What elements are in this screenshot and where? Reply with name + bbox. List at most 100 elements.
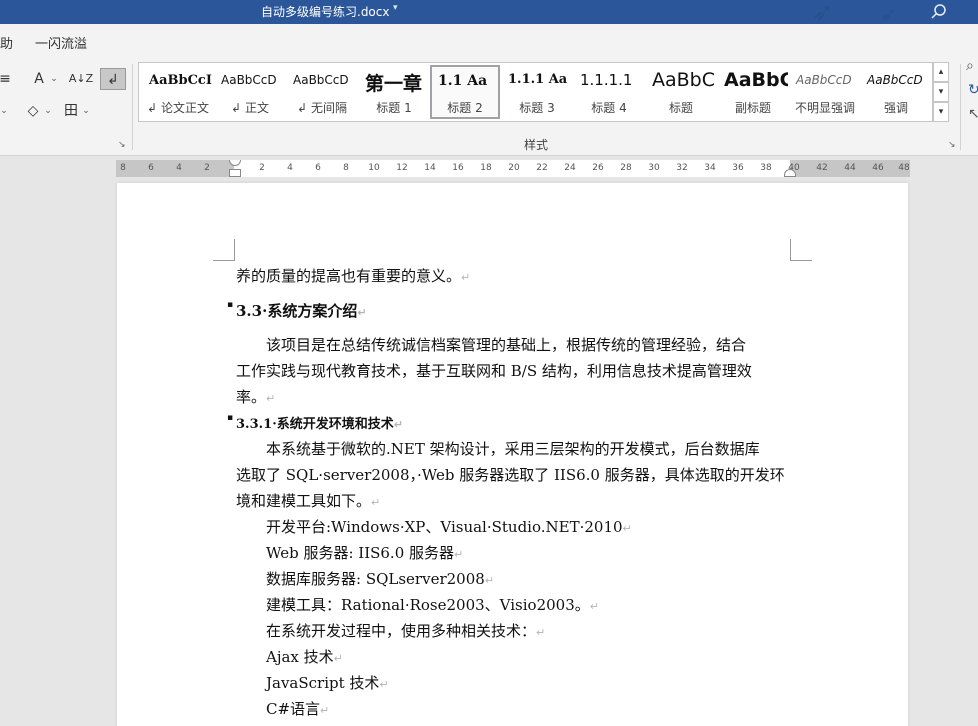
body-paragraph[interactable]: 开发平台:Windows·XP、Visual·Studio.NET·2010↵ [236,516,791,537]
ruler-tick: 6 [148,163,154,173]
body-paragraph[interactable]: Web 服务器: IIS6.0 服务器↵ [236,542,791,563]
style-heading-3[interactable]: 1.1.1 Aa 标题 3 [502,65,572,119]
style-heading-2[interactable]: 1.1 Aa 标题 2 [430,65,500,119]
ruler-tick: 8 [120,163,126,173]
body-paragraph[interactable]: 在系统开发过程中，使用多种相关技术：↵ [236,620,791,641]
style-name: ↲ 论文正文 [147,101,209,115]
shading-dropdown-icon[interactable]: ⌄ [42,100,54,122]
heading-3-3[interactable]: ▪ 3.3·系统方案介绍↵ [227,300,791,321]
body-paragraph[interactable]: 该项目是在总结传统诚信档案管理的基础上，根据传统的管理经验，结合 [236,334,791,355]
ruler-tick: 44 [844,163,856,173]
style-name: 标题 3 [519,101,555,115]
style-subtle-emphasis[interactable]: AaBbCcD 不明显强调 [790,65,860,119]
style-name: 副标题 [734,101,771,115]
body-paragraph[interactable]: JavaScript 技术↵ [236,672,791,693]
search-icon[interactable] [928,1,950,23]
body-paragraph[interactable]: 数据库服务器: SQLserver2008↵ [236,568,791,589]
style-sample: 1.1.1.1 [580,71,633,89]
sort-icon[interactable]: A↓Z [68,68,94,90]
font-color-dropdown-icon[interactable]: ⌄ [48,68,60,90]
styles-dialog-launcher-icon[interactable]: ↘ [948,140,956,150]
tab-help[interactable]: 助 [0,33,13,52]
body-paragraph[interactable]: 选取了 SQL·server2008，·Web 服务器选取了 IIS6.0 服务… [236,464,791,485]
paragraph-mark-icon: ↵ [320,704,330,717]
style-name: ↲ 无间隔 [297,101,347,115]
heading-bullet-icon: ▪ [227,300,234,310]
style-title[interactable]: AaBbC 标题 [646,65,716,119]
ruler-tick: 30 [648,163,660,173]
style-sample: AaBbCcD [221,73,277,87]
style-heading-1[interactable]: 第一章 标题 1 [359,65,429,119]
body-paragraph[interactable]: 养的质量的提高也有重要的意义。↵ [236,265,791,286]
ruler-tick: 14 [424,163,436,173]
paragraph-mark-icon: ↵ [454,548,464,561]
ruler-tick: 16 [452,163,464,173]
body-paragraph[interactable]: 境和建模工具如下。↵ [236,490,791,511]
ruler-tick: 32 [676,163,688,173]
style-sample: AaBbCcD [293,73,349,87]
paragraph-mark-icon: ↲ [147,101,158,115]
body-paragraph[interactable]: Ajax 技术↵ [236,646,791,667]
borders-dropdown-icon[interactable]: ⌄ [80,100,92,122]
right-indent-marker[interactable] [784,169,796,177]
style-sample: 1.1 Aa [438,73,488,89]
heading-3-3-1[interactable]: ▪ 3.3.1·系统开发环境和技术↵ [227,413,791,432]
left-indent-marker[interactable] [229,169,241,177]
ruler-tick: 4 [176,163,182,173]
paragraph-mark-icon: ↵ [393,418,403,431]
gallery-expand-icon[interactable]: ▾ [933,102,949,122]
body-paragraph[interactable]: 工作实践与现代教育技术，基于互联网和 B/S 结构，利用信息技术提高管理效 [236,360,791,381]
tab-yishan[interactable]: 一闪流溢 [35,33,87,52]
decorative-bird-icon: ➶ [812,0,834,24]
dropdown-icon[interactable]: ⌄ [0,100,10,122]
paragraph-dialog-launcher-icon[interactable]: ↘ [118,140,126,150]
ruler-tick: 20 [508,163,520,173]
paragraph-mark-icon: ↵ [357,306,367,319]
paragraph-mark-icon: ↵ [371,496,381,509]
body-paragraph[interactable]: 率。↵ [236,386,791,407]
paragraph-mark-icon: ↵ [461,271,471,284]
style-lunwen-zhengwen[interactable]: AaBbCcI ↲ 论文正文 [143,65,213,119]
gallery-scroll-up-icon[interactable]: ▴ [933,62,949,82]
ruler-tick: 38 [760,163,772,173]
ruler-tick: 8 [343,163,349,173]
gallery-scroll-down-icon[interactable]: ▾ [933,82,949,102]
select-icon[interactable]: ↖ [968,106,978,122]
ruler-tick: 42 [816,163,828,173]
ruler-tick: 6 [315,163,321,173]
style-emphasis[interactable]: AaBbCcD 强调 [861,65,931,119]
style-sample: 第一章 [365,73,423,95]
title-chevron-down-icon[interactable]: ▾ [393,3,398,13]
document-page[interactable]: 养的质量的提高也有重要的意义。↵ ▪ 3.3·系统方案介绍↵ 该项目是在总结传统诚… [117,183,908,726]
horizontal-ruler[interactable]: 8 6 4 2 2 4 6 8 10 12 14 16 18 20 22 24 … [116,160,910,177]
style-sample: AaBbCcD [867,73,923,87]
ruler-tick: 2 [204,163,210,173]
style-heading-4[interactable]: 1.1.1.1 标题 4 [574,65,644,119]
ruler-tick: 22 [536,163,548,173]
list-icon[interactable]: ≡ [0,68,18,90]
style-name: 强调 [883,101,908,115]
paragraph-mark-icon: ↵ [484,574,495,587]
style-sample: AaBbCcI [149,73,212,88]
group-divider [960,64,961,150]
paragraph-mark-icon: ↵ [333,652,343,665]
style-no-spacing[interactable]: AaBbCcD ↲ 无间隔 [287,65,357,119]
style-sample: AaBbCcD [796,73,852,87]
styles-gallery: AaBbCcI ↲ 论文正文 AaBbCcD ↲ 正文 AaBbCcD ↲ 无间… [138,62,933,122]
decorative-bird-icon: ➶ [880,2,897,24]
document-title[interactable]: 自动多级编号练习.docx [261,3,389,20]
ruler-tick: 46 [872,163,884,173]
body-paragraph[interactable]: 本系统基于微软的.NET 架构设计，采用三层架构的开发模式，后台数据库 [236,438,791,459]
paragraph-mark-icon: ↵ [266,392,276,405]
style-subtitle[interactable]: AaBbC 副标题 [718,65,788,119]
style-zhengwen[interactable]: AaBbCcD ↲ 正文 [215,65,285,119]
show-paragraph-marks-icon[interactable]: ↲ [100,68,126,90]
body-paragraph[interactable]: C#语言↵ [236,698,791,719]
paragraph-mark-icon: ↵ [379,678,389,691]
replace-icon[interactable]: ↻ [968,82,978,98]
find-icon[interactable]: ⌕ [966,58,974,74]
body-paragraph[interactable]: 建模工具：Rational·Rose2003、Visio2003。↵ [236,594,791,615]
style-sample: 1.1.1 Aa [508,72,568,87]
group-divider [132,64,133,150]
ruler-tick: 2 [259,163,265,173]
